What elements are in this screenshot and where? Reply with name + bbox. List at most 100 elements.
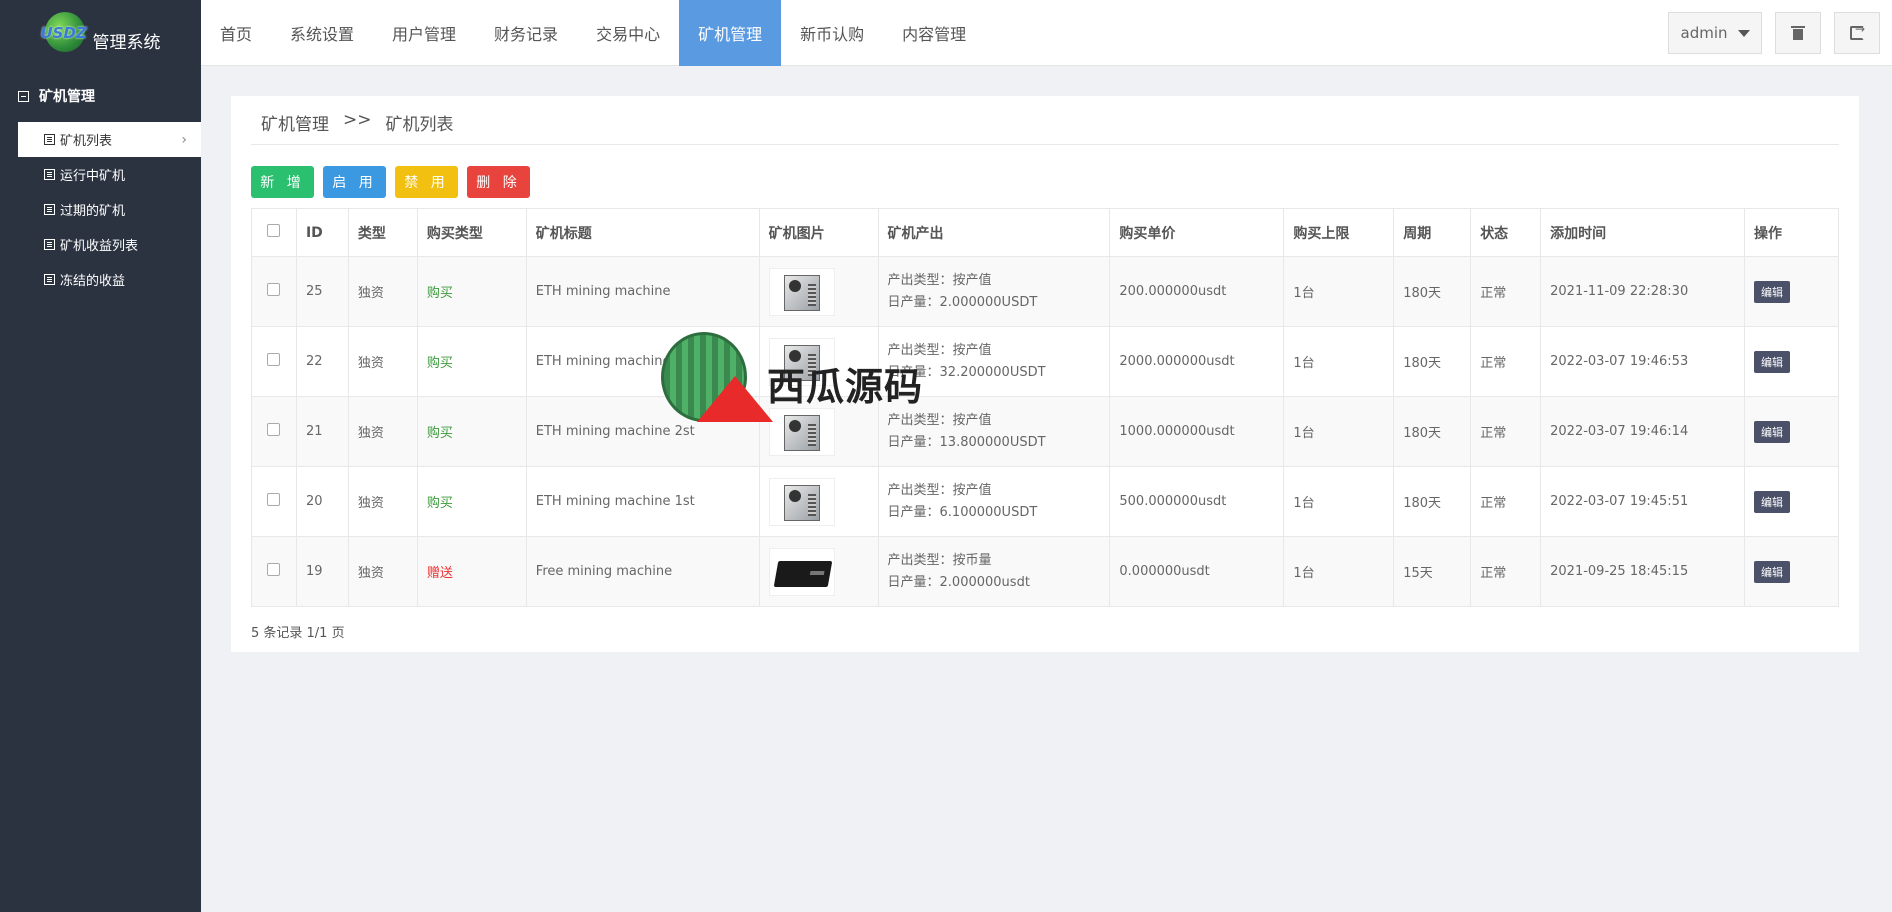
content-card: 矿机管理 >> 矿机列表 新 增 启 用 禁 用 删 除 ID 类型 购买类型 矿机标…	[231, 96, 1859, 652]
nav-item-5[interactable]: 矿机管理	[679, 0, 782, 66]
logout-button[interactable]	[1834, 12, 1880, 54]
sidebar-item-2[interactable]: 过期的矿机	[0, 192, 201, 227]
checkbox-cell	[251, 256, 297, 327]
column-header: 矿机标题	[525, 208, 760, 257]
sidebar-item-1[interactable]: 运行中矿机	[0, 157, 201, 192]
row-checkbox[interactable]	[267, 493, 281, 506]
edit-button[interactable]: 编辑	[1753, 560, 1790, 583]
toolbar: 新 增 启 用 禁 用 删 除	[251, 166, 530, 198]
column-header: 矿机图片	[758, 208, 879, 257]
cell-image	[758, 326, 879, 397]
nav-item-6[interactable]: 新币认购	[781, 0, 883, 66]
edit-button[interactable]: 编辑	[1753, 280, 1790, 303]
add-button[interactable]: 新 增	[251, 166, 314, 198]
breadcrumb: 矿机管理 >> 矿机列表	[261, 110, 454, 135]
column-header: 购买类型	[416, 208, 527, 257]
cell-output: 产出类型：按产值 日产量：2.000000USDT	[877, 256, 1111, 327]
cell-price: 500.000000usdt	[1109, 466, 1285, 537]
nav-item-4[interactable]: 交易中心	[577, 0, 679, 66]
cell-output: 产出类型：按币量 日产量：2.000000usdt	[877, 536, 1111, 607]
table-row: 22 独资 购买 ETH mining machine 产出类型：按产值 日产量：32.2…	[251, 326, 1840, 397]
cell-status: 正常	[1470, 326, 1542, 397]
sidebar-item-label: 运行中矿机	[60, 169, 126, 184]
edit-button[interactable]: 编辑	[1753, 350, 1790, 373]
trash-icon	[1791, 26, 1805, 40]
column-header: 矿机产出	[877, 208, 1111, 257]
cell-id: 21	[295, 396, 349, 467]
cell-output: 产出类型：按产值 日产量：13.800000USDT	[877, 396, 1111, 467]
sidebar-item-4[interactable]: 冻结的收益	[0, 262, 201, 297]
cell-buy-type: 购买	[416, 256, 527, 327]
checkbox-cell	[251, 536, 297, 607]
output-daily: 日产量：32.200000USDT	[887, 364, 1046, 380]
column-header: 类型	[347, 208, 418, 257]
cell-title: ETH mining machine 1st	[525, 466, 760, 537]
row-checkbox[interactable]	[267, 423, 281, 436]
miner-image[interactable]	[768, 337, 835, 386]
select-all-checkbox[interactable]	[267, 224, 281, 237]
sidebar-item-0[interactable]: 矿机列表 ›	[18, 122, 201, 157]
cell-status: 正常	[1470, 466, 1542, 537]
user-dropdown[interactable]: admin	[1668, 12, 1762, 54]
miner-image[interactable]	[768, 267, 835, 316]
column-header: ID	[295, 208, 349, 257]
cell-buy-type: 赠送	[416, 536, 527, 607]
output-daily: 日产量：2.000000USDT	[887, 294, 1038, 310]
cell-type: 独资	[347, 536, 418, 607]
user-name: admin	[1680, 24, 1728, 42]
cell-price: 2000.000000usdt	[1109, 326, 1285, 397]
edit-button[interactable]: 编辑	[1753, 490, 1790, 513]
miner-image[interactable]	[768, 407, 835, 456]
table-row: 21 独资 购买 ETH mining machine 2st 产出类型：按产值 日产量：…	[251, 396, 1840, 467]
enable-button[interactable]: 启 用	[323, 166, 386, 198]
cell-op: 编辑	[1743, 466, 1840, 537]
column-header: 状态	[1470, 208, 1542, 257]
disable-button[interactable]: 禁 用	[395, 166, 458, 198]
cell-limit: 1台	[1283, 536, 1395, 607]
nav-item-0[interactable]: 首页	[201, 0, 271, 66]
system-name: 管理系统	[92, 32, 161, 53]
nav-item-1[interactable]: 系统设置	[271, 0, 373, 66]
black-box-image[interactable]	[768, 547, 835, 596]
cell-image	[758, 396, 879, 467]
globe-logo-icon: USDZ	[41, 10, 87, 56]
row-checkbox[interactable]	[267, 563, 281, 576]
cell-type: 独资	[347, 256, 418, 327]
cell-id: 20	[295, 466, 349, 537]
checkbox-cell	[251, 326, 297, 397]
sidebar-item-label: 冻结的收益	[60, 274, 126, 289]
cell-output: 产出类型：按产值 日产量：6.100000USDT	[877, 466, 1111, 537]
cell-status: 正常	[1470, 256, 1542, 327]
nav-item-7[interactable]: 内容管理	[883, 0, 985, 66]
cell-price: 200.000000usdt	[1109, 256, 1285, 327]
checkbox-cell	[251, 396, 297, 467]
column-header: 操作	[1743, 208, 1840, 257]
edit-button[interactable]: 编辑	[1753, 420, 1790, 443]
checkbox-cell	[251, 466, 297, 537]
cell-output: 产出类型：按产值 日产量：32.200000USDT	[877, 326, 1111, 397]
cell-id: 22	[295, 326, 349, 397]
cell-cycle: 180天	[1393, 256, 1472, 327]
sidebar-item-3[interactable]: 矿机收益列表	[0, 227, 201, 262]
cell-title: ETH mining machine 2st	[525, 396, 760, 467]
breadcrumb-parent[interactable]: 矿机管理	[261, 110, 329, 135]
cell-limit: 1台	[1283, 396, 1395, 467]
output-daily: 日产量：2.000000usdt	[887, 574, 1030, 590]
cell-price: 1000.000000usdt	[1109, 396, 1285, 467]
table-header: ID 类型 购买类型 矿机标题 矿机图片 矿机产出 购买单价 购买上限 周期 状态 添加时间 操作	[251, 208, 1840, 257]
cell-limit: 1台	[1283, 466, 1395, 537]
list-icon	[44, 169, 55, 180]
row-checkbox[interactable]	[267, 353, 281, 366]
cell-id: 19	[295, 536, 349, 607]
cell-image	[758, 256, 879, 327]
nav-item-2[interactable]: 用户管理	[373, 0, 475, 66]
cell-cycle: 180天	[1393, 396, 1472, 467]
cell-title: ETH mining machine	[525, 326, 760, 397]
delete-button[interactable]: 删 除	[467, 166, 530, 198]
row-checkbox[interactable]	[267, 283, 281, 296]
clear-cache-button[interactable]	[1775, 12, 1821, 54]
nav-item-3[interactable]: 财务记录	[475, 0, 577, 66]
sidebar-group-miner[interactable]: 矿机管理	[0, 86, 201, 106]
miner-image[interactable]	[768, 477, 835, 526]
logo: USDZ 管理系统	[0, 0, 201, 66]
